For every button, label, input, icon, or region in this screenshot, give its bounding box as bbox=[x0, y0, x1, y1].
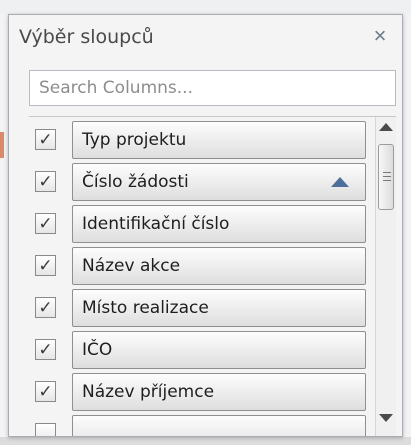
column-checkbox[interactable]: ✓ bbox=[35, 129, 56, 150]
background-accent-mark bbox=[0, 132, 4, 158]
column-checkbox[interactable] bbox=[35, 423, 56, 436]
thumb-grip-line bbox=[383, 180, 391, 181]
thumb-grip-line bbox=[383, 172, 391, 173]
scroll-down-arrow-icon[interactable] bbox=[379, 414, 393, 422]
column-button[interactable]: Číslo žádosti bbox=[72, 163, 366, 201]
column-checkbox[interactable]: ✓ bbox=[35, 297, 56, 318]
dialog-header: Výběr sloupců × bbox=[9, 15, 402, 61]
column-button[interactable]: Název akce bbox=[72, 247, 366, 285]
background-strip-top bbox=[0, 0, 411, 14]
scrollbar-thumb[interactable] bbox=[378, 144, 394, 210]
column-row-cislo-zadosti: ✓ Číslo žádosti bbox=[29, 161, 376, 203]
column-row-identifikacni-cislo: ✓ Identifikační číslo bbox=[29, 203, 376, 245]
column-row-ico: ✓ IČO bbox=[29, 329, 376, 371]
column-checkbox[interactable]: ✓ bbox=[35, 255, 56, 276]
thumb-grip-line bbox=[383, 176, 391, 177]
column-button[interactable]: IČO bbox=[72, 331, 366, 369]
close-icon[interactable]: × bbox=[368, 24, 392, 48]
column-button[interactable]: Místo realizace bbox=[72, 289, 366, 327]
vertical-scrollbar[interactable] bbox=[375, 117, 396, 436]
column-button[interactable] bbox=[72, 415, 366, 436]
column-checkbox[interactable]: ✓ bbox=[35, 339, 56, 360]
column-button[interactable]: Identifikační číslo bbox=[72, 205, 366, 243]
sort-ascending-icon[interactable] bbox=[331, 177, 349, 187]
search-columns-input[interactable] bbox=[29, 70, 396, 106]
background-strip-left bbox=[0, 14, 8, 445]
column-checkbox[interactable]: ✓ bbox=[35, 171, 56, 192]
column-row-misto-realizace: ✓ Místo realizace bbox=[29, 287, 376, 329]
scroll-up-arrow-icon[interactable] bbox=[379, 123, 393, 131]
column-checkbox[interactable]: ✓ bbox=[35, 213, 56, 234]
column-row-typ-projektu: ✓ Typ projektu bbox=[29, 119, 376, 161]
column-label: Číslo žádosti bbox=[82, 172, 189, 192]
column-row-partial bbox=[29, 413, 376, 436]
background-strip-right bbox=[403, 14, 411, 445]
dialog-title: Výběr sloupců bbox=[19, 26, 154, 48]
column-row-nazev-prijemce: ✓ Název příjemce bbox=[29, 371, 376, 413]
column-chooser-dialog: Výběr sloupců × ✓ Typ projektu ✓ Číslo ž… bbox=[8, 14, 403, 437]
column-list: ✓ Typ projektu ✓ Číslo žádosti ✓ Identif… bbox=[29, 116, 396, 436]
column-row-nazev-akce: ✓ Název akce bbox=[29, 245, 376, 287]
column-button[interactable]: Typ projektu bbox=[72, 121, 366, 159]
column-button[interactable]: Název příjemce bbox=[72, 373, 366, 411]
background-strip-bottom bbox=[0, 437, 411, 445]
column-checkbox[interactable]: ✓ bbox=[35, 381, 56, 402]
